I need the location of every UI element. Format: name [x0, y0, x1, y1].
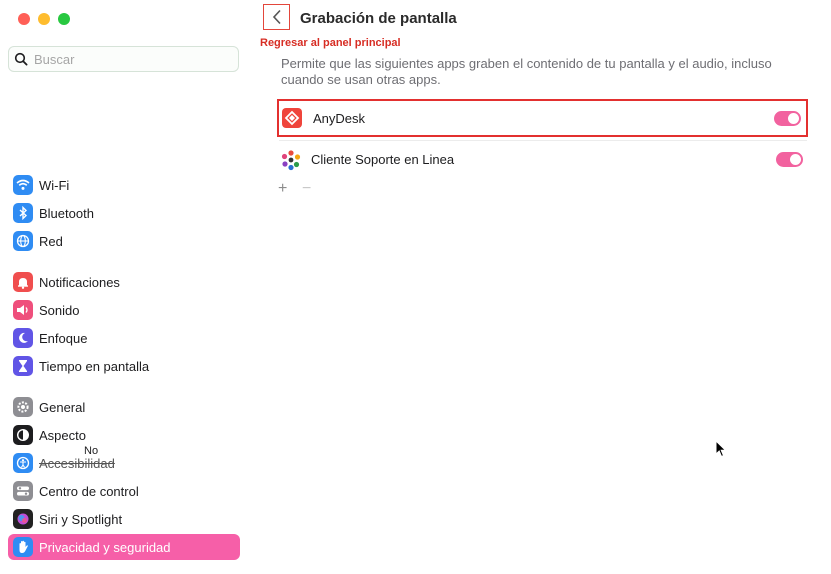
sidebar-item-privacidad-y-seguridad[interactable]: Privacidad y seguridad: [8, 534, 240, 560]
sidebar-item-centro-de-control[interactable]: Centro de control: [8, 478, 240, 504]
sidebar-item-label: Tiempo en pantalla: [39, 358, 150, 374]
sidebar-item-label: Wi-Fi: [39, 177, 70, 193]
remove-app-button[interactable]: −: [302, 180, 311, 198]
window-controls: [18, 13, 70, 25]
bell-icon: [13, 272, 33, 292]
sidebar-item-label: Centro de control: [39, 483, 139, 499]
description-text: Permite que las siguientes apps graben e…: [281, 56, 772, 87]
gear-icon: [13, 397, 33, 417]
app-row-cliente-soporte: Cliente Soporte en Linea: [277, 140, 808, 178]
sidebar-item-label: Red: [39, 233, 63, 249]
sidebar-item-tiempo-en-pantalla[interactable]: Tiempo en pantalla: [8, 353, 240, 379]
moon-icon: [13, 328, 33, 348]
mouse-cursor-icon: [715, 440, 727, 458]
sidebar-item-label: General: [39, 399, 86, 415]
sidebar-item-label: Aspecto: [39, 427, 86, 443]
zoom-window-button[interactable]: [58, 13, 70, 25]
minimize-window-button[interactable]: [38, 13, 50, 25]
overlay-label: No: [84, 445, 99, 457]
sidebar-item-label: Notificaciones: [39, 274, 120, 290]
sidebar-item-wifi[interactable]: Wi-Fi: [8, 172, 240, 198]
toggle-anydesk[interactable]: [774, 110, 801, 126]
sidebar-item-label: Sonido: [39, 302, 80, 318]
chevron-left-icon: [272, 9, 281, 25]
speaker-icon: [13, 300, 33, 320]
sidebar-item-sonido[interactable]: Sonido: [8, 297, 240, 323]
sidebar-item-enfoque[interactable]: Enfoque: [8, 325, 240, 351]
hourglass-icon: [13, 356, 33, 376]
sidebar-item-notificaciones[interactable]: Notificaciones: [8, 269, 240, 295]
search-input[interactable]: [32, 50, 226, 68]
sidebar-item-label: Privacidad y seguridad: [39, 539, 171, 555]
sidebar-item-siri-y-spotlight[interactable]: Siri y Spotlight: [8, 506, 240, 532]
sidebar-item-label: Accesibilidad: [39, 455, 115, 471]
sidebar-item-aspecto[interactable]: Aspecto: [8, 422, 240, 448]
app-name: AnyDesk: [313, 110, 366, 126]
anydesk-icon: [282, 108, 302, 128]
globe-icon: [13, 231, 33, 251]
back-button[interactable]: [263, 4, 290, 30]
sidebar-item-red[interactable]: Red: [8, 228, 240, 254]
annotation-label: Regresar al panel principal: [260, 37, 401, 49]
close-window-button[interactable]: [18, 13, 30, 25]
toggle-cliente-soporte[interactable]: [776, 151, 803, 167]
add-app-button[interactable]: +: [278, 180, 287, 198]
hand-icon: [13, 537, 33, 557]
bluetooth-icon: [13, 203, 33, 223]
accessibility-icon: [13, 453, 33, 473]
appearance-icon: [13, 425, 33, 445]
sidebar-item-accesibilidad[interactable]: Accesibilidad: [8, 450, 240, 476]
page-title: Grabación de pantalla: [300, 10, 457, 27]
cliente-soporte-icon: [280, 149, 301, 171]
app-name: Cliente Soporte en Linea: [311, 151, 455, 167]
search-box[interactable]: [8, 46, 239, 72]
toggle-knob: [788, 112, 799, 124]
sidebar-item-label: Enfoque: [39, 330, 88, 346]
control-center-icon: [13, 481, 33, 501]
sidebar-item-general[interactable]: General: [8, 394, 240, 420]
toggle-knob: [790, 153, 801, 165]
search-icon: [14, 52, 28, 66]
wifi-icon: [13, 175, 33, 195]
sidebar: Wi-Fi Bluetooth Red Notificaciones Sonid…: [0, 0, 250, 574]
app-row-anydesk: AnyDesk: [277, 99, 808, 137]
sidebar-item-label: Bluetooth: [39, 205, 94, 221]
siri-icon: [13, 509, 33, 529]
sidebar-item-bluetooth[interactable]: Bluetooth: [8, 200, 240, 226]
sidebar-item-label: Siri y Spotlight: [39, 511, 123, 527]
